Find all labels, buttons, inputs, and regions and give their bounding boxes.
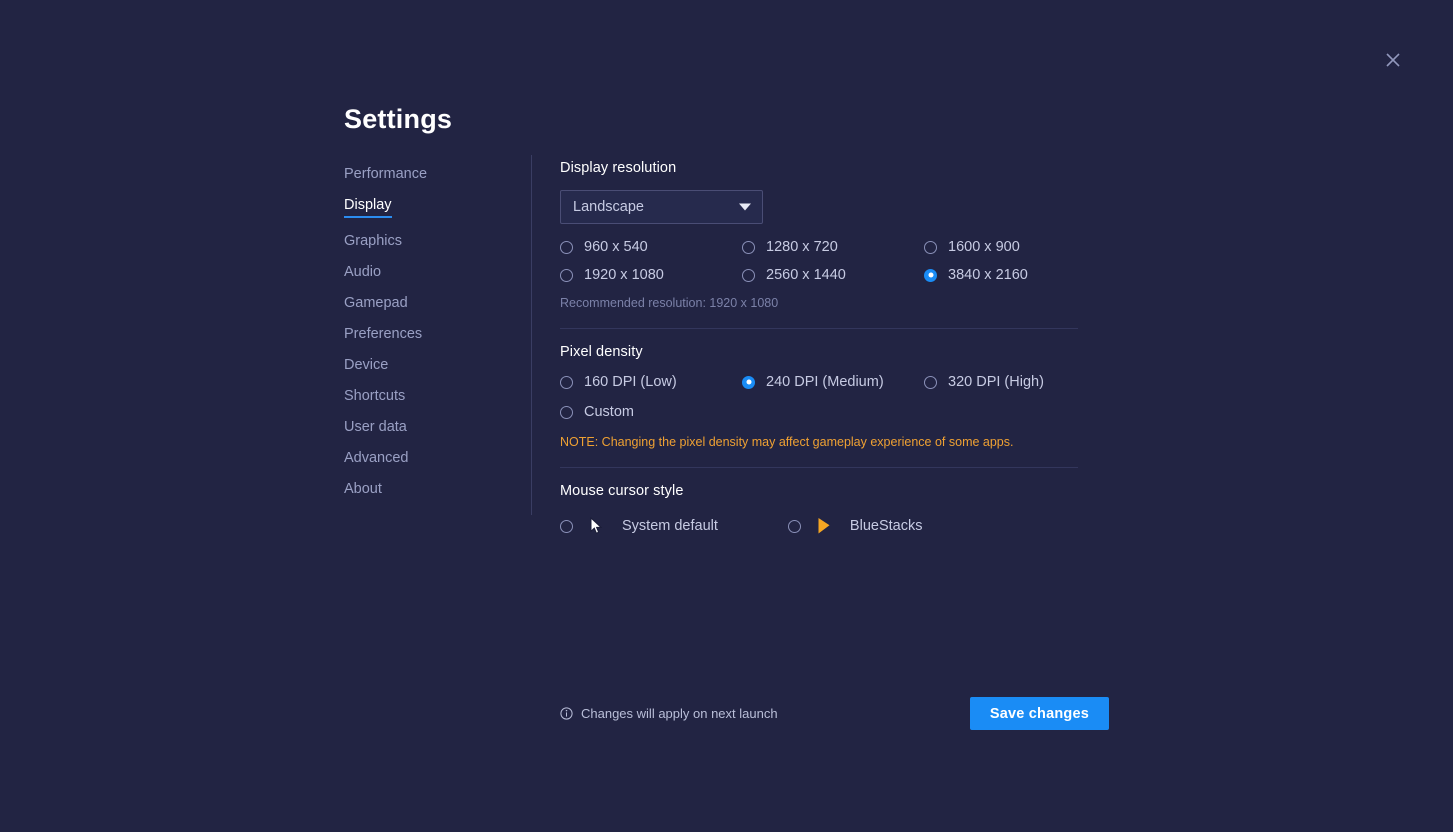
- section-divider-2: [560, 467, 1078, 468]
- radio-icon: [742, 268, 755, 282]
- sidebar-item-user-data[interactable]: User data: [344, 419, 407, 435]
- display-resolution-section: Display resolution Landscape 960 x 540 1…: [560, 160, 1080, 310]
- pixel-density-note: NOTE: Changing the pixel density may aff…: [560, 435, 1014, 449]
- cursor-option-label: System default: [622, 518, 718, 534]
- mouse-cursor-style-section: Mouse cursor style System default BlueSt…: [560, 483, 1080, 535]
- sidebar-item-about[interactable]: About: [344, 481, 382, 497]
- pixel-density-option-320[interactable]: 320 DPI (High): [924, 374, 1084, 390]
- resolution-option-label: 1920 x 1080: [584, 267, 664, 283]
- sidebar-item-device[interactable]: Device: [344, 357, 388, 373]
- sidebar-item-display[interactable]: Display: [344, 197, 392, 218]
- sidebar-item-graphics[interactable]: Graphics: [344, 233, 402, 249]
- radio-icon: [560, 519, 573, 533]
- sidebar-content-divider: [531, 155, 532, 515]
- resolution-option-2560x1440[interactable]: 2560 x 1440: [742, 267, 924, 283]
- recommended-resolution-text: Recommended resolution: 1920 x 1080: [560, 296, 779, 310]
- pixel-density-option-240[interactable]: 240 DPI (Medium): [742, 374, 924, 390]
- cursor-option-system-default[interactable]: System default: [560, 517, 718, 535]
- resolution-option-3840x2160[interactable]: 3840 x 2160: [924, 267, 1084, 283]
- pixel-density-title: Pixel density: [560, 344, 643, 360]
- radio-icon: [560, 240, 573, 254]
- radio-icon-selected: [787, 519, 801, 533]
- settings-window: Settings Performance Display Graphics Au…: [0, 0, 1453, 832]
- resolution-option-label: 3840 x 2160: [948, 267, 1028, 283]
- chevron-down-icon: [739, 203, 751, 211]
- radio-icon: [742, 240, 755, 254]
- bluestacks-arrow-cursor-icon: [812, 517, 836, 535]
- resolution-option-1280x720[interactable]: 1280 x 720: [742, 239, 924, 255]
- resolution-option-label: 1280 x 720: [766, 239, 838, 255]
- settings-sidebar: Performance Display Graphics Audio Gamep…: [344, 166, 514, 512]
- orientation-select-value: Landscape: [573, 199, 644, 215]
- pixel-density-option-160[interactable]: 160 DPI (Low): [560, 374, 742, 390]
- sidebar-item-advanced[interactable]: Advanced: [344, 450, 409, 466]
- radio-icon-selected: [742, 375, 755, 389]
- sidebar-item-gamepad[interactable]: Gamepad: [344, 295, 408, 311]
- footer-note-text: Changes will apply on next launch: [581, 706, 778, 721]
- section-divider-1: [560, 328, 1078, 329]
- radio-icon: [560, 268, 573, 282]
- radio-icon-selected: [924, 268, 937, 282]
- system-arrow-cursor-icon: [584, 517, 608, 535]
- resolution-radio-group: 960 x 540 1280 x 720 1600 x 900 1920 x 1…: [560, 239, 1080, 283]
- pixel-density-option-label: 160 DPI (Low): [584, 374, 677, 390]
- pixel-density-option-label: 320 DPI (High): [948, 374, 1044, 390]
- page-title: Settings: [344, 104, 453, 134]
- resolution-option-960x540[interactable]: 960 x 540: [560, 239, 742, 255]
- pixel-density-option-custom[interactable]: Custom: [560, 404, 742, 420]
- resolution-option-label: 2560 x 1440: [766, 267, 846, 283]
- footer-note: Changes will apply on next launch: [560, 706, 778, 721]
- cursor-option-label: BlueStacks: [849, 518, 923, 534]
- settings-content: Display resolution Landscape 960 x 540 1…: [560, 160, 1080, 535]
- sidebar-item-shortcuts[interactable]: Shortcuts: [344, 388, 405, 404]
- resolution-option-label: 960 x 540: [584, 239, 648, 255]
- display-resolution-title: Display resolution: [560, 160, 677, 176]
- radio-icon: [560, 375, 573, 389]
- resolution-option-1920x1080[interactable]: 1920 x 1080: [560, 267, 742, 283]
- cursor-option-bluestacks[interactable]: BlueStacks: [787, 517, 923, 535]
- close-icon: [1385, 52, 1401, 68]
- mouse-cursor-radio-group: System default BlueStacks: [560, 517, 1080, 535]
- resolution-option-label: 1600 x 900: [948, 239, 1020, 255]
- settings-footer: Changes will apply on next launch Save c…: [560, 697, 1109, 730]
- pixel-density-option-label: 240 DPI (Medium): [766, 374, 884, 390]
- orientation-select[interactable]: Landscape: [560, 190, 763, 224]
- save-changes-button[interactable]: Save changes: [969, 697, 1109, 730]
- radio-icon: [924, 375, 937, 389]
- resolution-option-1600x900[interactable]: 1600 x 900: [924, 239, 1084, 255]
- pixel-density-section: Pixel density 160 DPI (Low) 240 DPI (Med…: [560, 344, 1080, 449]
- pixel-density-option-label: Custom: [584, 404, 634, 420]
- info-icon: [560, 707, 573, 720]
- sidebar-item-performance[interactable]: Performance: [344, 166, 427, 182]
- sidebar-item-preferences[interactable]: Preferences: [344, 326, 422, 342]
- sidebar-item-audio[interactable]: Audio: [344, 264, 381, 280]
- pixel-density-radio-group: 160 DPI (Low) 240 DPI (Medium) 320 DPI (…: [560, 374, 1080, 420]
- close-button[interactable]: [1380, 47, 1406, 73]
- radio-icon: [560, 405, 573, 419]
- radio-icon: [924, 240, 937, 254]
- mouse-cursor-style-title: Mouse cursor style: [560, 483, 684, 499]
